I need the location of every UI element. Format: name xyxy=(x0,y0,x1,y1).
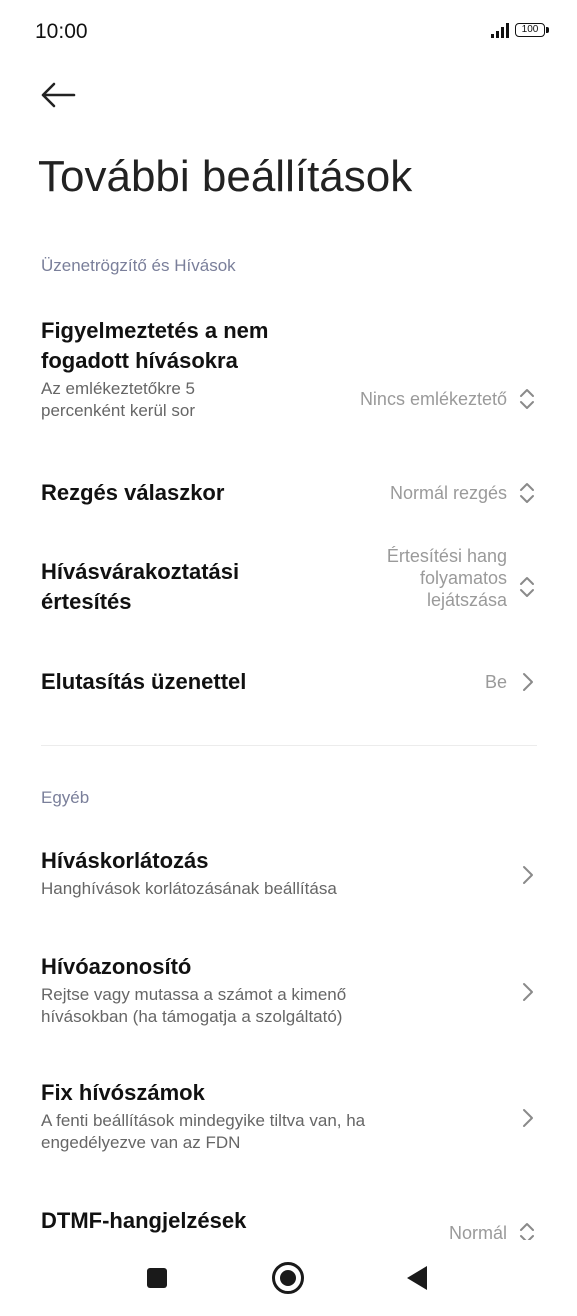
chevron-right-icon xyxy=(523,983,533,1001)
status-bar: 10:00 100 xyxy=(0,0,577,64)
chevron-right-icon xyxy=(523,1109,533,1127)
item-value: Normál xyxy=(448,1223,507,1240)
item-title: Elutasítás üzenettel xyxy=(41,669,247,694)
signal-icon xyxy=(491,22,509,38)
status-icons: 100 xyxy=(491,22,549,38)
nav-back-button[interactable] xyxy=(407,1266,427,1290)
item-title: Hívóazonosító xyxy=(41,954,192,979)
item-value: Be xyxy=(484,672,507,692)
chevron-up-down-icon xyxy=(520,577,534,597)
item-value: Értesítési hang folyamatos lejátszása xyxy=(386,546,507,610)
arrow-left-icon xyxy=(41,82,76,108)
chevron-up-down-icon xyxy=(520,1223,534,1240)
setting-caller-id[interactable]: Hívóazonosító Rejtse vagy mutassa a szám… xyxy=(41,952,537,1032)
section-header-calls: Üzenetrögzítő és Hívások xyxy=(41,256,236,275)
recents-button[interactable] xyxy=(147,1268,167,1288)
setting-vibrate-on-answer[interactable]: Rezgés válaszkor Normál rezgés xyxy=(41,478,537,510)
item-value: Normál rezgés xyxy=(389,483,507,503)
chevron-up-down-icon xyxy=(520,483,534,503)
setting-dtmf-tones[interactable]: DTMF-hangjelzések Normál xyxy=(41,1206,537,1240)
setting-reject-with-message[interactable]: Elutasítás üzenettel Be xyxy=(41,667,537,699)
section-header-other: Egyéb xyxy=(41,788,90,807)
back-button[interactable] xyxy=(40,80,76,110)
chevron-up-down-icon xyxy=(520,389,534,409)
setting-call-barring[interactable]: Híváskorlátozás Hanghívások korlátozásán… xyxy=(41,846,537,906)
item-title: Fix hívószámok xyxy=(41,1080,205,1105)
item-subtitle: Rejtse vagy mutassa a számot a kimenő hí… xyxy=(41,985,347,1026)
battery-icon: 100 xyxy=(515,23,549,37)
section-divider xyxy=(41,745,537,746)
item-value: Nincs emlékeztető xyxy=(359,389,507,409)
chevron-right-icon xyxy=(523,866,533,884)
home-button[interactable] xyxy=(272,1262,304,1294)
item-subtitle: A fenti beállítások mindegyike tiltva va… xyxy=(41,1111,366,1152)
setting-missed-call-reminder[interactable]: Figyelmeztetés a nem fogadott hívásokra … xyxy=(41,316,537,434)
item-subtitle: Hanghívások korlátozásának beállítása xyxy=(41,879,337,898)
setting-fixed-dialing-numbers[interactable]: Fix hívószámok A fenti beállítások minde… xyxy=(41,1078,537,1158)
setting-call-waiting-notification[interactable]: Hívásvárakoztatási értesítés Értesítési … xyxy=(41,546,537,627)
status-time: 10:00 xyxy=(35,20,88,43)
item-title: Figyelmeztetés a nem fogadott hívásokra xyxy=(41,318,269,373)
item-title: Híváskorlátozás xyxy=(41,848,209,873)
chevron-right-icon xyxy=(523,673,533,691)
page-title: További beállítások xyxy=(38,152,413,201)
navigation-bar xyxy=(0,1240,577,1316)
